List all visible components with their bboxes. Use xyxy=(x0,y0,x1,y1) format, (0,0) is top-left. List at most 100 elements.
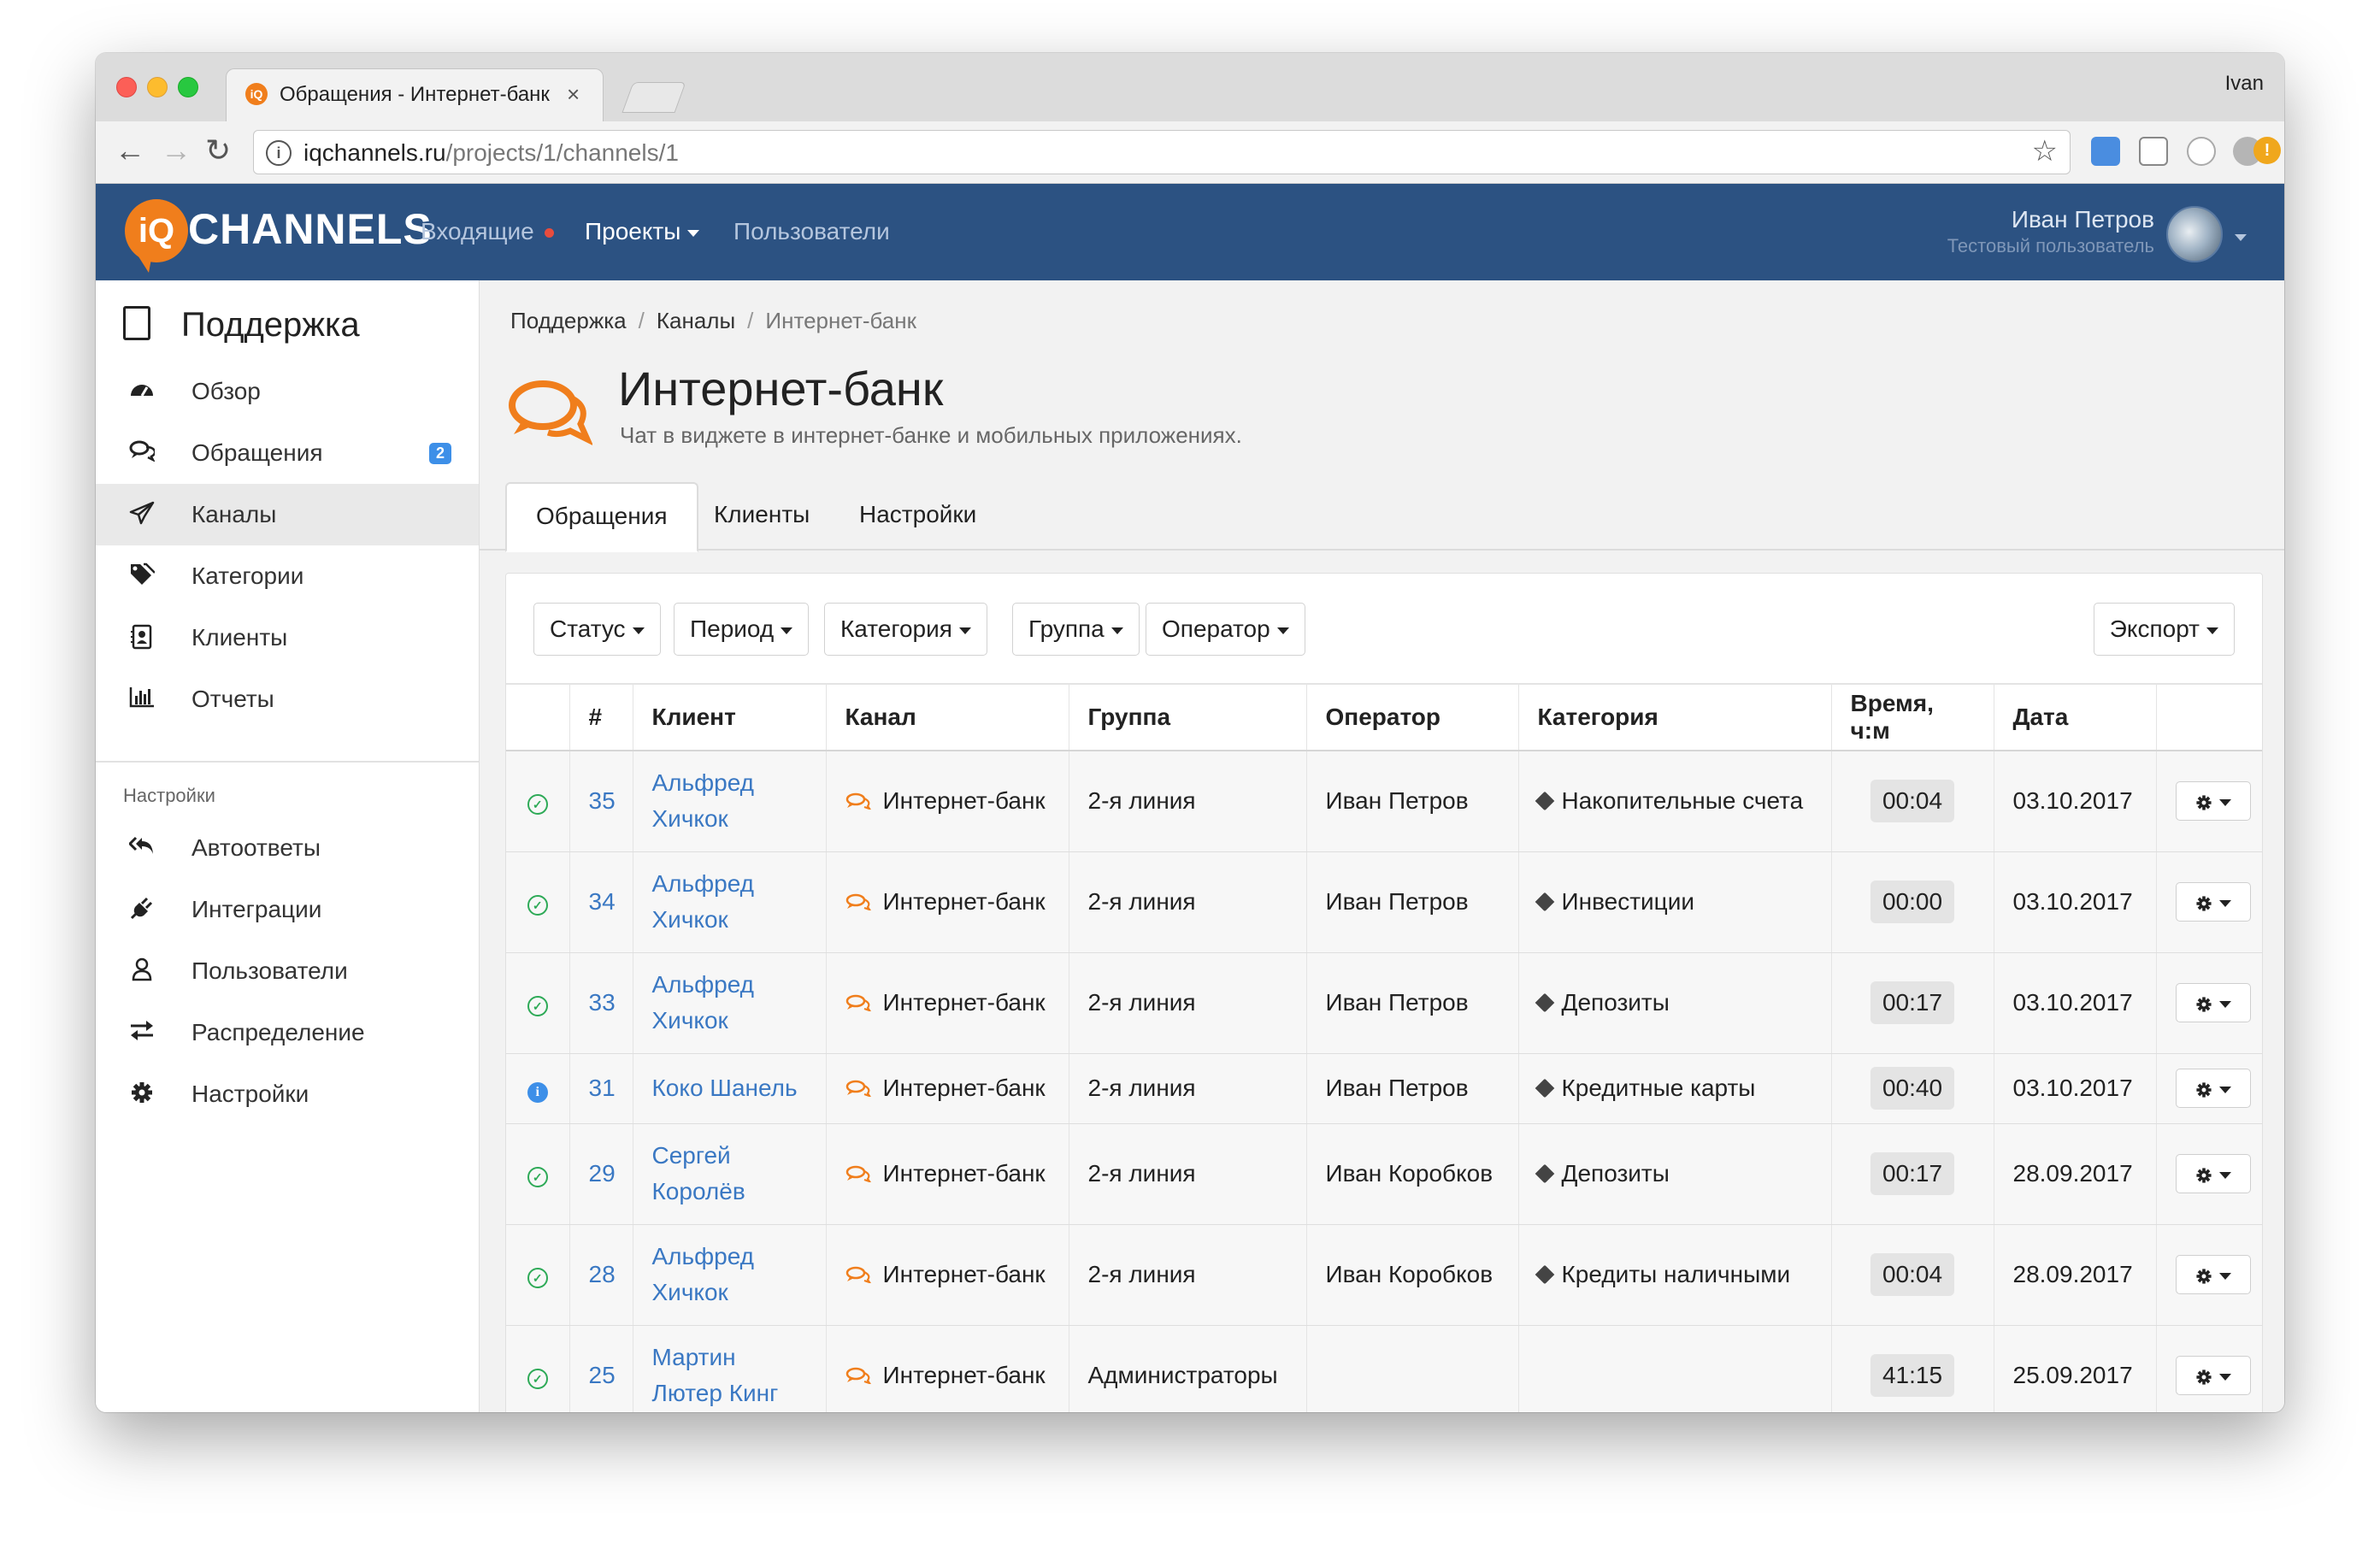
warning-extension-icon[interactable]: ! xyxy=(2253,137,2281,164)
sidebar-item-autoreplies[interactable]: Автоответы xyxy=(96,817,479,879)
channel-text: Интернет-банк xyxy=(882,888,1046,915)
extension-code-icon[interactable] xyxy=(2187,137,2216,166)
table-row[interactable]: ✓ 25 Мартин Лютер Кинг Интернет-банк Админис… xyxy=(506,1325,2262,1412)
sidebar-item-settings[interactable]: Настройки xyxy=(96,1063,479,1125)
filter-group-button[interactable]: Группа xyxy=(1012,603,1140,656)
table-row[interactable]: ✓ 34 Альфред Хичкок Интернет-банк 2-я линия И… xyxy=(506,851,2262,953)
gear-icon xyxy=(2195,1168,2212,1183)
table-row[interactable]: ✓ 33 Альфред Хичкок Интернет-банк 2-я линия И… xyxy=(506,952,2262,1054)
sidebar-item-reports[interactable]: Отчеты xyxy=(96,668,479,730)
close-window-button[interactable] xyxy=(116,77,137,97)
sidebar-item-clients[interactable]: Клиенты xyxy=(96,607,479,668)
logo-text[interactable]: CHANNELS xyxy=(188,204,433,254)
number-cell[interactable]: 28 xyxy=(569,1224,633,1326)
client-cell[interactable]: Альфред Хичкок xyxy=(633,952,827,1054)
forward-icon[interactable]: → xyxy=(161,133,191,168)
user-menu-caret-icon[interactable] xyxy=(2228,230,2247,245)
client-cell[interactable]: Сергей Королёв xyxy=(633,1123,827,1225)
client-cell[interactable]: Альфред Хичкок xyxy=(633,851,827,953)
number-cell[interactable]: 29 xyxy=(569,1123,633,1225)
tab-settings[interactable]: Настройки xyxy=(830,482,1005,547)
number-cell[interactable]: 33 xyxy=(569,952,633,1054)
filter-category-button[interactable]: Категория xyxy=(824,603,987,656)
table-row[interactable]: ✓ 29 Сергей Королёв Интернет-банк 2-я линия И… xyxy=(506,1123,2262,1225)
client-link[interactable]: Альфред Хичкок xyxy=(652,971,755,1034)
export-button[interactable]: Экспорт xyxy=(2093,603,2235,656)
row-actions-button[interactable] xyxy=(2175,1069,2251,1108)
browser-tab[interactable]: iQ Обращения - Интернет-банк × xyxy=(226,68,604,124)
number-cell[interactable]: 34 xyxy=(569,851,633,953)
filter-status-button[interactable]: Статус xyxy=(533,603,661,656)
address-bar[interactable]: i iqchannels.ru/projects/1/channels/1 ☆ xyxy=(253,130,2071,174)
sidebar-item-overview[interactable]: Обзор xyxy=(96,361,479,422)
minimize-window-button[interactable] xyxy=(147,77,168,97)
row-actions-button[interactable] xyxy=(2175,781,2251,822)
nav-users[interactable]: Пользователи xyxy=(733,218,890,245)
bookmark-star-icon[interactable]: ☆ xyxy=(2032,134,2058,168)
client-cell[interactable]: Мартин Лютер Кинг xyxy=(633,1325,827,1412)
browser-profile-name[interactable]: Ivan xyxy=(2225,72,2264,96)
sidebar-item-categories[interactable]: Категории xyxy=(96,545,479,607)
client-link[interactable]: Альфред Хичкок xyxy=(652,769,755,832)
sidebar-item-distribution[interactable]: Распределение xyxy=(96,1002,479,1063)
extension-translate-icon[interactable] xyxy=(2091,137,2120,166)
request-number-link[interactable]: 31 xyxy=(589,1075,616,1101)
number-cell[interactable]: 31 xyxy=(569,1053,633,1124)
client-link[interactable]: Коко Шанель xyxy=(652,1075,798,1101)
col-category[interactable]: Категория xyxy=(1518,683,1832,751)
col-operator[interactable]: Оператор xyxy=(1306,683,1519,751)
col-time[interactable]: Время, ч:м xyxy=(1831,683,1994,751)
row-actions-button[interactable] xyxy=(2175,1154,2251,1193)
client-cell[interactable]: Альфред Хичкок xyxy=(633,1224,827,1326)
extension-screenshot-icon[interactable] xyxy=(2139,137,2168,166)
user-name[interactable]: Иван Петров xyxy=(2012,206,2154,233)
request-number-link[interactable]: 28 xyxy=(589,1261,616,1287)
filter-operator-button[interactable]: Оператор xyxy=(1146,603,1305,656)
filter-period-button[interactable]: Период xyxy=(674,603,810,656)
client-link[interactable]: Сергей Королёв xyxy=(652,1142,745,1204)
request-number-link[interactable]: 25 xyxy=(589,1362,616,1388)
client-link[interactable]: Альфред Хичкок xyxy=(652,1243,755,1305)
row-actions-button[interactable] xyxy=(2175,882,2251,922)
client-link[interactable]: Альфред Хичкок xyxy=(652,870,755,933)
sidebar-item-users[interactable]: Пользователи xyxy=(96,940,479,1002)
request-number-link[interactable]: 29 xyxy=(589,1160,616,1187)
nav-inbox-label: Входящие xyxy=(421,218,534,244)
breadcrumb-channels[interactable]: Каналы xyxy=(657,308,735,333)
reload-icon[interactable]: ↻ xyxy=(205,133,231,168)
client-cell[interactable]: Коко Шанель xyxy=(633,1053,827,1124)
table-row[interactable]: i 31 Коко Шанель Интернет-банк 2-я линия Иван… xyxy=(506,1053,2262,1124)
request-number-link[interactable]: 35 xyxy=(589,787,616,814)
tab-close-icon[interactable]: × xyxy=(567,81,580,108)
col-channel[interactable]: Канал xyxy=(826,683,1069,751)
col-client[interactable]: Клиент xyxy=(633,683,827,751)
sidebar-item-requests[interactable]: Обращения 2 xyxy=(96,422,479,484)
table-row[interactable]: ✓ 28 Альфред Хичкок Интернет-банк 2-я линия И… xyxy=(506,1224,2262,1326)
request-number-link[interactable]: 33 xyxy=(589,989,616,1016)
client-cell[interactable]: Альфред Хичкок xyxy=(633,751,827,852)
tab-clients[interactable]: Клиенты xyxy=(685,482,839,547)
site-info-icon[interactable]: i xyxy=(266,140,292,166)
col-group[interactable]: Группа xyxy=(1069,683,1307,751)
col-date[interactable]: Дата xyxy=(1994,683,2157,751)
col-number[interactable]: # xyxy=(569,683,633,751)
request-number-link[interactable]: 34 xyxy=(589,888,616,915)
zoom-window-button[interactable] xyxy=(178,77,198,97)
nav-projects[interactable]: Проекты xyxy=(585,218,700,245)
logo-icon[interactable]: iQ xyxy=(125,199,188,262)
back-icon[interactable]: ← xyxy=(115,133,145,168)
row-actions-button[interactable] xyxy=(2175,983,2251,1022)
sidebar-item-channels[interactable]: Каналы xyxy=(96,484,479,545)
number-cell[interactable]: 35 xyxy=(569,751,633,852)
new-tab-button[interactable] xyxy=(622,82,686,113)
table-row[interactable]: ✓ 35 Альфред Хичкок Интернет-банк 2-я линия И… xyxy=(506,751,2262,852)
tab-requests[interactable]: Обращения xyxy=(505,482,698,552)
row-actions-button[interactable] xyxy=(2175,1255,2251,1294)
breadcrumb-support[interactable]: Поддержка xyxy=(510,308,627,333)
avatar[interactable] xyxy=(2166,206,2223,262)
client-link[interactable]: Мартин Лютер Кинг xyxy=(652,1344,779,1406)
row-actions-button[interactable] xyxy=(2175,1356,2251,1395)
nav-inbox[interactable]: Входящие xyxy=(421,218,554,245)
number-cell[interactable]: 25 xyxy=(569,1325,633,1412)
sidebar-item-integrations[interactable]: Интеграции xyxy=(96,879,479,940)
